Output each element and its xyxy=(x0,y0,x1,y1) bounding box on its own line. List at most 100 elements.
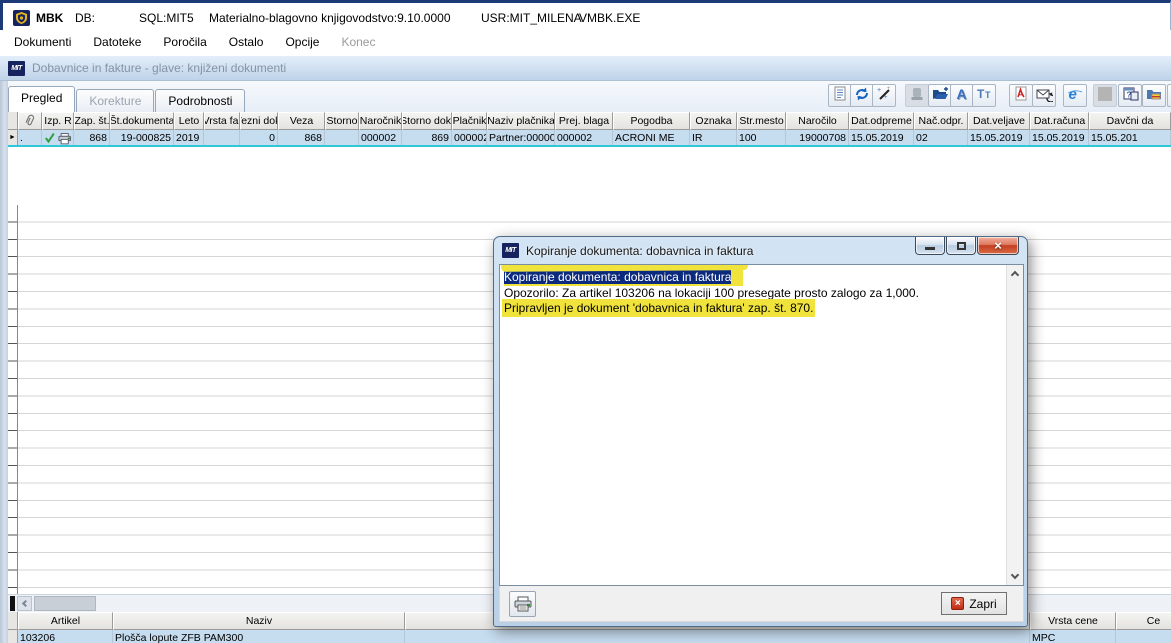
menu-item-konec: Konec xyxy=(341,35,376,49)
dialog-message-line: Opozorilo: Za artikel 103206 na lokaciji… xyxy=(504,285,919,300)
svg-text:+: + xyxy=(877,87,881,94)
splitter-handle[interactable] xyxy=(10,596,15,611)
menu-item-datoteke[interactable]: Datoteke xyxy=(82,32,152,52)
cell-Veza: 868 xyxy=(278,130,325,145)
zapri-button[interactable]: × Zapri xyxy=(941,592,1007,615)
child-window-title: Dobavnice in fakture - glave: knjiženi d… xyxy=(32,61,287,75)
cell-Izp. R xyxy=(42,130,74,145)
refresh-icon xyxy=(854,86,870,105)
zapri-label: Zapri xyxy=(969,596,997,611)
column-header-Prej. blaga[interactable]: Prej. blaga xyxy=(555,112,613,130)
column-header-Davčni da[interactable]: Davčni da xyxy=(1089,112,1171,130)
toolbar-button-report-icon[interactable] xyxy=(828,84,852,107)
toolbar-button-blank-icon[interactable] xyxy=(1093,84,1117,107)
stamp-icon xyxy=(909,86,925,105)
scroll-down-icon xyxy=(1010,570,1020,580)
item-cell-Vrsta cene: MPC xyxy=(1030,630,1116,643)
tab-podrobnosti[interactable]: Podrobnosti xyxy=(155,89,246,112)
item-cell-Naziv: Plošča lopute ZFB PAM300 xyxy=(113,630,405,643)
column-header-Str.mesto[interactable]: Str.mesto xyxy=(737,112,786,130)
toolbar-button-clipped-icon[interactable] xyxy=(1167,84,1171,107)
toolbar-button-browser-icon[interactable]: e xyxy=(1063,84,1087,107)
column-header-Vrsta fa.[interactable]: Vrsta fa. xyxy=(204,112,240,130)
items-column-header-Naziv[interactable]: Naziv xyxy=(113,612,405,630)
column-header-Veza[interactable]: Veza xyxy=(278,112,325,130)
toolbar-button-open-folder-icon[interactable] xyxy=(928,84,952,107)
toolbar-button-send-mail-icon[interactable] xyxy=(1032,84,1056,107)
column-header-Zap. št.[interactable]: Zap. št. xyxy=(74,112,110,130)
print-button[interactable] xyxy=(509,591,536,617)
toolbar-button-font-color-icon[interactable]: A xyxy=(950,84,974,107)
menu-item-dokumenti[interactable]: Dokumenti xyxy=(3,32,82,52)
mit-window-icon: MIT xyxy=(8,60,25,76)
pdf-icon xyxy=(1013,86,1029,105)
items-column-header-Vrsta cene[interactable]: Vrsta cene xyxy=(1030,612,1116,630)
cell-Plačnik: 000002 xyxy=(454,130,487,145)
items-column-header-Ce[interactable]: Ce xyxy=(1116,612,1171,630)
cell-Dat.odpreme: 15.05.2019 xyxy=(849,130,914,145)
report-icon xyxy=(832,86,848,105)
mit-dialog-icon: MIT xyxy=(502,243,519,258)
column-header-Naziv plačnika[interactable]: Naziv plačnika xyxy=(487,112,555,130)
toolbar-button-font-size-icon[interactable]: TT xyxy=(972,84,996,107)
app-titlebar[interactable]: MBK DB: SQL:MIT5 Materialno-blagovno knj… xyxy=(0,0,1171,30)
cell-Leto: 2019 xyxy=(174,130,204,145)
dialog-vertical-scrollbar[interactable] xyxy=(1006,265,1023,585)
restore-button[interactable] xyxy=(946,237,976,255)
column-header-Nač.odpr.[interactable]: Nač.odpr. xyxy=(914,112,968,130)
app-name: MBK xyxy=(36,11,64,25)
scroll-left-button[interactable] xyxy=(17,596,32,611)
dialog-message-area: Kopiranje dokumenta: dobavnica in faktur… xyxy=(499,264,1024,586)
tab-pregled[interactable]: Pregled xyxy=(8,86,76,112)
column-header-Izp. R[interactable]: Izp. R xyxy=(42,112,74,130)
toolbar-button-language-folder-icon[interactable] xyxy=(1142,84,1166,107)
close-button[interactable]: × xyxy=(977,237,1019,255)
scrollbar-thumb[interactable] xyxy=(34,596,96,611)
svg-text:T: T xyxy=(977,87,985,101)
empty-row-markers xyxy=(8,205,18,594)
column-header-Vezni dok.[interactable]: Vezni dok. xyxy=(240,112,278,130)
column-header-Št.dokumenta[interactable]: Št.dokumenta xyxy=(110,112,174,130)
toolbar-button-refresh-icon[interactable] xyxy=(850,84,874,107)
menu-item-poročila[interactable]: Poročila xyxy=(152,32,217,52)
selected-item-row[interactable]: 103206 Plošča lopute ZFB PAM300 MPC xyxy=(8,630,1171,643)
column-header-Dat.veljave[interactable]: Dat.veljave xyxy=(968,112,1030,130)
column-header-Oznaka[interactable]: Oznaka xyxy=(690,112,737,130)
dialog-titlebar[interactable]: MIT Kopiranje dokumenta: dobavnica in fa… xyxy=(494,237,1027,264)
sql-server-label: SQL:MIT5 xyxy=(139,11,194,25)
red-x-icon: × xyxy=(951,597,965,610)
printer-icon xyxy=(58,132,71,144)
send-mail-icon xyxy=(1035,86,1056,105)
cell-Davčni da: 15.05.201 xyxy=(1089,130,1171,145)
items-header-corner xyxy=(8,612,18,630)
column-header-Storno[interactable]: Storno xyxy=(325,112,359,130)
toolbar-button-stamp-icon[interactable] xyxy=(905,84,929,107)
column-header-attachment[interactable] xyxy=(18,112,42,130)
column-header-Pogodba[interactable]: Pogodba xyxy=(613,112,690,130)
open-folder-icon xyxy=(932,86,949,105)
selected-document-row[interactable]: ►. 868 19-000825 2019 0 868 000002 869 000002 Par… xyxy=(8,130,1171,147)
toolbar-button-help-window-icon[interactable]: ? xyxy=(1118,84,1142,107)
minimize-button[interactable] xyxy=(915,237,945,255)
header-corner xyxy=(8,112,18,130)
green-check-icon xyxy=(45,132,55,144)
svg-text:+: + xyxy=(884,95,888,101)
dialog-message-line: Pripravljen je dokument 'dobavnica in fa… xyxy=(504,301,814,315)
column-header-Naročnik[interactable]: Naročnik xyxy=(359,112,402,130)
column-header-Naročilo[interactable]: Naročilo xyxy=(786,112,849,130)
menu-item-ostalo[interactable]: Ostalo xyxy=(218,32,275,52)
column-header-Plačnik[interactable]: Plačnik xyxy=(452,112,487,130)
child-window-titlebar[interactable]: MIT Dobavnice in fakture - glave: knjiže… xyxy=(0,56,1171,81)
column-header-Leto[interactable]: Leto xyxy=(174,112,204,130)
toolbar-button-wand-icon[interactable]: + + + xyxy=(872,84,896,107)
menu-item-opcije[interactable]: Opcije xyxy=(274,32,330,52)
toolbar-button-pdf-icon[interactable] xyxy=(1009,84,1033,107)
cell-Storno dok.: 869 xyxy=(402,130,452,145)
item-cell-col2 xyxy=(405,630,1030,643)
tab-korekture: Korekture xyxy=(76,89,155,112)
items-column-header-Artikel[interactable]: Artikel xyxy=(18,612,113,630)
column-header-Dat.računa[interactable]: Dat.računa xyxy=(1030,112,1089,130)
column-header-Storno dok.[interactable]: Storno dok. xyxy=(402,112,452,130)
column-header-Dat.odpreme[interactable]: Dat.odpreme xyxy=(849,112,914,130)
cell-Naročnik: 000002 xyxy=(359,130,402,145)
